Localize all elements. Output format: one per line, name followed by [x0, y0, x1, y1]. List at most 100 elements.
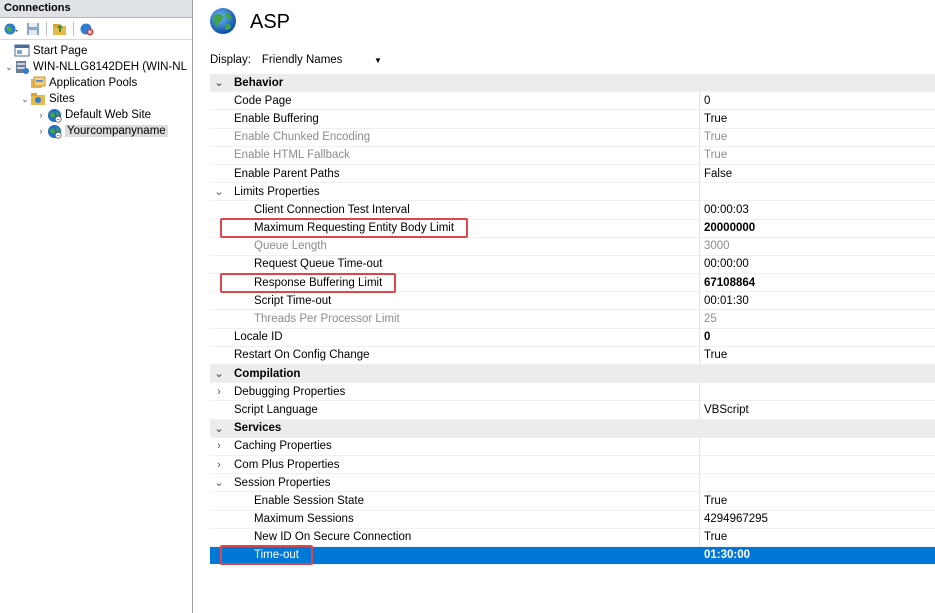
property-row[interactable]: Client Connection Test Interval 00:00:03 [210, 201, 935, 220]
property-row[interactable]: Script Time-out 00:01:30 [210, 292, 935, 311]
asp-globe-icon [208, 6, 238, 39]
property-name: New ID On Secure Connection [228, 528, 700, 546]
property-name: Enable HTML Fallback [228, 146, 700, 164]
expand-icon[interactable]: › [36, 126, 46, 136]
collapse-icon[interactable]: ⌄ [210, 367, 228, 380]
collapse-icon[interactable]: ⌄ [210, 76, 228, 89]
tree-node-label: Start Page [33, 45, 88, 57]
tree-node[interactable]: › Default Web Site [0, 107, 192, 123]
property-name: Maximum Sessions [228, 510, 700, 528]
property-row[interactable]: Enable HTML Fallback True [210, 146, 935, 165]
property-value[interactable]: True [700, 531, 935, 543]
property-row[interactable]: Time-out 01:30:00 [210, 546, 935, 566]
category-row[interactable]: ⌄ Compilation [210, 365, 935, 384]
property-name: Compilation [228, 365, 700, 382]
display-select[interactable]: Friendly Names ▼ [257, 51, 387, 69]
property-value[interactable]: 00:00:03 [700, 204, 935, 216]
property-value[interactable]: 3000 [700, 240, 935, 252]
property-group-row[interactable]: ⌄ Session Properties [210, 474, 935, 493]
property-name-text: Debugging Properties [234, 385, 346, 398]
property-value[interactable]: 00:00:00 [700, 258, 935, 270]
property-name-text: Request Queue Time-out [254, 258, 383, 271]
expand-icon[interactable]: › [210, 459, 228, 471]
save-icon[interactable] [24, 20, 42, 38]
property-name: Enable Chunked Encoding [228, 128, 700, 146]
expand-icon[interactable]: › [210, 440, 228, 452]
property-name-text: Services [234, 422, 282, 435]
tree-node-label: Yourcompanyname [65, 125, 168, 137]
property-value[interactable]: True [700, 131, 935, 143]
start-page-icon [14, 44, 30, 58]
property-row[interactable]: Locale ID 0 [210, 328, 935, 347]
page-title: ASP [250, 10, 291, 33]
property-name: Response Buffering Limit [228, 274, 700, 292]
property-row[interactable]: Script Language VBScript [210, 401, 935, 420]
property-name-text: Time-out [254, 549, 299, 562]
connections-pane: Connections Start Page ⌄ WIN-NLLG8142DEH (… [0, 0, 193, 613]
property-row[interactable]: Enable Chunked Encoding True [210, 128, 935, 147]
category-row[interactable]: ⌄ Services [210, 419, 935, 438]
property-row[interactable]: Enable Parent Paths False [210, 164, 935, 184]
collapse-icon[interactable]: ⌄ [210, 476, 228, 489]
property-group-row[interactable]: › Debugging Properties [210, 383, 935, 402]
property-name: Debugging Properties [228, 383, 700, 401]
collapse-icon[interactable]: ⌄ [210, 185, 228, 198]
property-group-row[interactable]: ⌄ Limits Properties [210, 183, 935, 202]
tree-node[interactable]: ⌄ Sites [0, 91, 192, 107]
property-group-row[interactable]: › Com Plus Properties [210, 455, 935, 475]
property-name: Services [228, 420, 700, 437]
collapse-icon[interactable]: ⌄ [210, 422, 228, 435]
property-name-text: New ID On Secure Connection [254, 531, 412, 544]
property-value[interactable]: True [700, 349, 935, 361]
property-row[interactable]: Restart On Config Change True [210, 346, 935, 365]
property-name-text: Compilation [234, 367, 301, 380]
tree-node[interactable]: Start Page [0, 43, 192, 59]
category-row[interactable]: ⌄ Behavior [210, 74, 935, 93]
collapse-icon[interactable]: ⌄ [20, 94, 30, 105]
property-name: Maximum Requesting Entity Body Limit [228, 219, 700, 237]
property-row[interactable]: Threads Per Processor Limit 25 [210, 310, 935, 329]
property-row[interactable]: Maximum Requesting Entity Body Limit 2000… [210, 219, 935, 238]
property-row[interactable]: New ID On Secure Connection True [210, 528, 935, 547]
tree-node[interactable]: Application Pools [0, 75, 192, 91]
property-row[interactable]: Maximum Sessions 4294967295 [210, 510, 935, 529]
property-value[interactable]: False [700, 168, 935, 180]
property-value[interactable]: 0 [700, 331, 935, 343]
property-name-text: Enable HTML Fallback [234, 149, 350, 162]
property-value[interactable]: 0 [700, 95, 935, 107]
property-name-text: Enable Buffering [234, 112, 319, 125]
property-row[interactable]: Response Buffering Limit 67108864 [210, 274, 935, 293]
property-value[interactable]: True [700, 113, 935, 125]
tree-node[interactable]: ⌄ WIN-NLLG8142DEH (WIN-NL [0, 59, 192, 75]
property-value[interactable]: 67108864 [700, 277, 935, 289]
property-name: Locale ID [228, 328, 700, 346]
property-value[interactable]: 20000000 [700, 222, 935, 234]
property-name-text: Client Connection Test Interval [254, 203, 410, 216]
disconnect-icon[interactable] [78, 20, 96, 38]
property-value[interactable]: 4294967295 [700, 513, 935, 525]
property-name-text: Com Plus Properties [234, 458, 340, 471]
property-row[interactable]: Enable Buffering True [210, 110, 935, 129]
property-group-row[interactable]: › Caching Properties [210, 437, 935, 456]
property-row[interactable]: Enable Session State True [210, 492, 935, 511]
property-name: Limits Properties [228, 183, 700, 201]
property-name: Behavior [228, 74, 700, 91]
property-value[interactable]: VBScript [700, 404, 935, 416]
tree-node[interactable]: › Yourcompanyname [0, 123, 192, 139]
property-row[interactable]: Request Queue Time-out 00:00:00 [210, 255, 935, 275]
expand-icon[interactable]: › [210, 386, 228, 398]
property-value[interactable]: True [700, 149, 935, 161]
property-row[interactable]: Queue Length 3000 [210, 237, 935, 256]
property-row[interactable]: Code Page 0 [210, 92, 935, 111]
collapse-icon[interactable]: ⌄ [4, 62, 14, 73]
connect-globe-icon[interactable] [2, 20, 20, 38]
property-value[interactable]: 00:01:30 [700, 295, 935, 307]
property-name-text: Enable Chunked Encoding [234, 131, 371, 144]
expand-icon[interactable]: › [36, 110, 46, 120]
property-value[interactable]: 25 [700, 313, 935, 325]
property-value[interactable]: True [700, 495, 935, 507]
up-folder-icon[interactable] [51, 20, 69, 38]
property-name-text: Maximum Sessions [254, 513, 354, 526]
property-value[interactable]: 01:30:00 [700, 549, 935, 561]
connections-tree: Start Page ⌄ WIN-NLLG8142DEH (WIN-NL Applic… [0, 40, 192, 139]
